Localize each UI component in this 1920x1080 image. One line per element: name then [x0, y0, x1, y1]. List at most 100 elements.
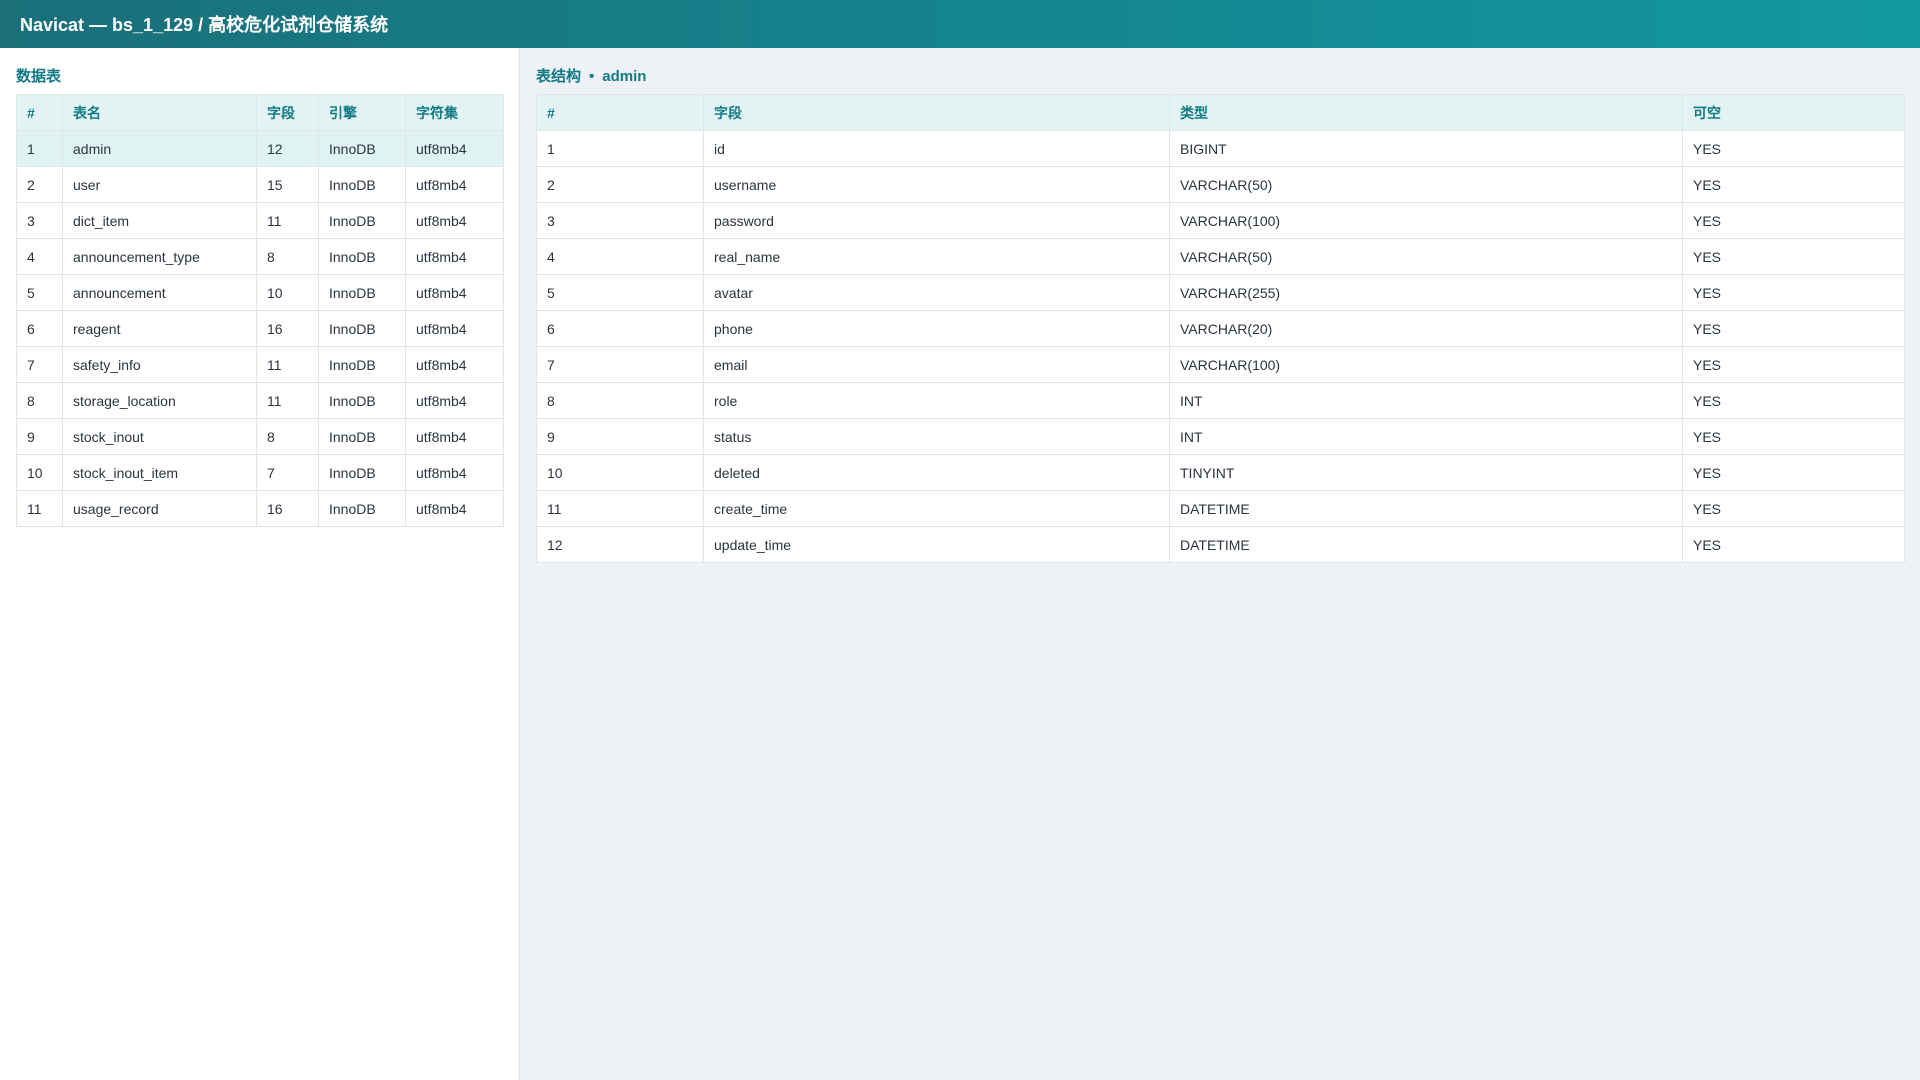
table-row[interactable]: 9 stock_inout 8 InnoDB utf8mb4: [16, 418, 504, 455]
column-header[interactable]: 可空: [1682, 94, 1905, 131]
engine-cell: InnoDB: [318, 382, 406, 419]
structure-table: # 字段 类型 可空 1 id BIGINT YES 2 username VARCHAR(…: [536, 94, 1905, 563]
row-number-cell: 8: [16, 382, 63, 419]
field-row: 5 avatar VARCHAR(255) YES: [536, 274, 1905, 311]
field-row: 1 id BIGINT YES: [536, 130, 1905, 167]
column-header[interactable]: 字符集: [405, 94, 504, 131]
row-number-cell: 9: [16, 418, 63, 455]
field-type-cell: VARCHAR(20): [1169, 310, 1683, 347]
table-name-cell: admin: [62, 130, 257, 167]
table-row[interactable]: 10 stock_inout_item 7 InnoDB utf8mb4: [16, 454, 504, 491]
field-name-cell: create_time: [703, 490, 1170, 527]
field-type-cell: INT: [1169, 418, 1683, 455]
window-titlebar: Navicat — bs_1_129 / 高校危化试剂仓储系统: [0, 0, 1920, 48]
row-number-cell: 6: [16, 310, 63, 347]
engine-cell: InnoDB: [318, 238, 406, 275]
row-number-cell: 3: [536, 202, 704, 239]
charset-cell: utf8mb4: [405, 490, 504, 527]
nullable-cell: YES: [1682, 526, 1905, 563]
row-number-cell: 7: [16, 346, 63, 383]
table-row[interactable]: 2 user 15 InnoDB utf8mb4: [16, 166, 504, 203]
nullable-cell: YES: [1682, 238, 1905, 275]
row-number-cell: 1: [16, 130, 63, 167]
tables-list: # 表名 字段 引擎 字符集 1 admin 12 InnoDB utf8mb4 2 use…: [16, 94, 504, 527]
row-number-cell: 3: [16, 202, 63, 239]
column-header[interactable]: #: [16, 94, 63, 131]
field-row: 2 username VARCHAR(50) YES: [536, 166, 1905, 203]
table-row[interactable]: 4 announcement_type 8 InnoDB utf8mb4: [16, 238, 504, 275]
field-name-cell: email: [703, 346, 1170, 383]
table-row[interactable]: 3 dict_item 11 InnoDB utf8mb4: [16, 202, 504, 239]
nullable-cell: YES: [1682, 346, 1905, 383]
row-number-cell: 5: [16, 274, 63, 311]
field-name-cell: username: [703, 166, 1170, 203]
field-name-cell: real_name: [703, 238, 1170, 275]
field-count-cell: 16: [256, 490, 319, 527]
field-type-cell: DATETIME: [1169, 490, 1683, 527]
table-row[interactable]: 7 safety_info 11 InnoDB utf8mb4: [16, 346, 504, 383]
charset-cell: utf8mb4: [405, 310, 504, 347]
row-number-cell: 2: [536, 166, 704, 203]
window-title: Navicat — bs_1_129 / 高校危化试剂仓储系统: [20, 15, 389, 35]
charset-cell: utf8mb4: [405, 454, 504, 491]
column-header[interactable]: #: [536, 94, 704, 131]
column-header[interactable]: 类型: [1169, 94, 1683, 131]
field-type-cell: BIGINT: [1169, 130, 1683, 167]
charset-cell: utf8mb4: [405, 130, 504, 167]
table-row[interactable]: 8 storage_location 11 InnoDB utf8mb4: [16, 382, 504, 419]
nullable-cell: YES: [1682, 130, 1905, 167]
field-count-cell: 10: [256, 274, 319, 311]
field-name-cell: update_time: [703, 526, 1170, 563]
charset-cell: utf8mb4: [405, 274, 504, 311]
column-header[interactable]: 表名: [62, 94, 257, 131]
tables-panel: 数据表 # 表名 字段 引擎 字符集 1 admin 12 InnoDB utf8mb4…: [0, 48, 520, 1080]
row-number-cell: 4: [16, 238, 63, 275]
structure-panel: 表结构 • admin # 字段 类型 可空 1 id BIGINT YES 2 userna…: [520, 48, 1920, 1080]
row-number-cell: 11: [16, 490, 63, 527]
column-header[interactable]: 字段: [256, 94, 319, 131]
field-type-cell: VARCHAR(50): [1169, 166, 1683, 203]
engine-cell: InnoDB: [318, 490, 406, 527]
field-count-cell: 12: [256, 130, 319, 167]
nullable-cell: YES: [1682, 490, 1905, 527]
row-number-cell: 2: [16, 166, 63, 203]
structure-title-label: 表结构: [536, 68, 582, 85]
row-number-cell: 8: [536, 382, 704, 419]
table-name-cell: announcement_type: [62, 238, 257, 275]
field-name-cell: phone: [703, 310, 1170, 347]
field-name-cell: deleted: [703, 454, 1170, 491]
field-row: 11 create_time DATETIME YES: [536, 490, 1905, 527]
structure-header-row: # 字段 类型 可空: [536, 94, 1905, 131]
table-name-cell: user: [62, 166, 257, 203]
row-number-cell: 9: [536, 418, 704, 455]
column-header[interactable]: 字段: [703, 94, 1170, 131]
table-row[interactable]: 5 announcement 10 InnoDB utf8mb4: [16, 274, 504, 311]
field-count-cell: 11: [256, 382, 319, 419]
engine-cell: InnoDB: [318, 346, 406, 383]
field-count-cell: 7: [256, 454, 319, 491]
table-row[interactable]: 1 admin 12 InnoDB utf8mb4: [16, 130, 504, 167]
charset-cell: utf8mb4: [405, 166, 504, 203]
field-row: 9 status INT YES: [536, 418, 1905, 455]
field-type-cell: VARCHAR(100): [1169, 346, 1683, 383]
table-name-cell: reagent: [62, 310, 257, 347]
nullable-cell: YES: [1682, 274, 1905, 311]
table-row[interactable]: 11 usage_record 16 InnoDB utf8mb4: [16, 490, 504, 527]
field-row: 12 update_time DATETIME YES: [536, 526, 1905, 563]
row-number-cell: 11: [536, 490, 704, 527]
table-name-cell: safety_info: [62, 346, 257, 383]
charset-cell: utf8mb4: [405, 418, 504, 455]
title-separator: •: [589, 68, 595, 85]
field-row: 7 email VARCHAR(100) YES: [536, 346, 1905, 383]
engine-cell: InnoDB: [318, 130, 406, 167]
table-row[interactable]: 6 reagent 16 InnoDB utf8mb4: [16, 310, 504, 347]
engine-cell: InnoDB: [318, 274, 406, 311]
field-type-cell: DATETIME: [1169, 526, 1683, 563]
field-name-cell: status: [703, 418, 1170, 455]
engine-cell: InnoDB: [318, 454, 406, 491]
nullable-cell: YES: [1682, 310, 1905, 347]
column-header[interactable]: 引擎: [318, 94, 406, 131]
charset-cell: utf8mb4: [405, 346, 504, 383]
engine-cell: InnoDB: [318, 166, 406, 203]
table-name-cell: usage_record: [62, 490, 257, 527]
